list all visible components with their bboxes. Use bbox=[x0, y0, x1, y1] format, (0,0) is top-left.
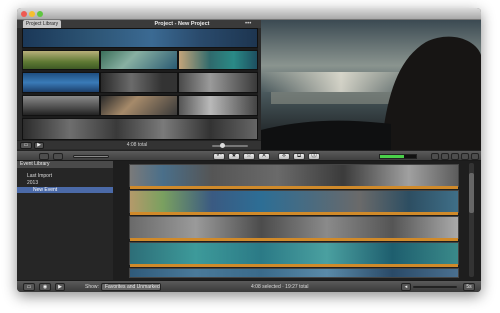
unmark-button[interactable]: ☆ bbox=[243, 153, 255, 160]
crop-button[interactable]: ⧉ bbox=[293, 153, 305, 160]
project-title: Project - New Project bbox=[154, 21, 210, 27]
bottom-bar: ▭ ◉ ▶ Show: Favorites and Unmarked 4:08 … bbox=[17, 280, 481, 292]
zoom-slider[interactable] bbox=[413, 286, 457, 288]
keyword-button[interactable]: ⟡ bbox=[278, 153, 290, 160]
main-toolbar: ↶ ★ ☆ ✕ ⟡ ⧉ ⓵ bbox=[17, 150, 481, 161]
clip-thumbnail[interactable] bbox=[22, 72, 100, 93]
swap-events-projects-button[interactable] bbox=[53, 153, 63, 160]
clip-thumbnail[interactable] bbox=[100, 95, 178, 116]
event-library-list: Last Import 2013 New Event bbox=[17, 168, 113, 280]
clip-thumbnail[interactable] bbox=[22, 28, 258, 48]
project-clip-grid bbox=[22, 28, 258, 140]
clip-thumbnail[interactable] bbox=[178, 72, 258, 93]
favorite-mark bbox=[130, 238, 458, 241]
favorite-mark bbox=[130, 264, 458, 267]
music-browser-button[interactable] bbox=[431, 153, 439, 160]
reject-button[interactable]: ✕ bbox=[258, 153, 270, 160]
clip-thumbnail[interactable] bbox=[22, 50, 100, 70]
event-item-last-import[interactable]: Last Import bbox=[17, 173, 113, 179]
map-browser-button[interactable] bbox=[471, 153, 479, 160]
clip-thumbnail[interactable] bbox=[22, 118, 258, 140]
selection-status: 4:08 selected · 19:27 total bbox=[251, 284, 309, 290]
event-view-button[interactable]: ▭ bbox=[23, 283, 35, 291]
event-item-2013[interactable]: 2013 bbox=[17, 180, 113, 186]
event-item-new-event[interactable]: New Event bbox=[17, 187, 113, 193]
play-project-button[interactable]: ▶ bbox=[34, 142, 44, 149]
video-viewer[interactable] bbox=[261, 20, 481, 150]
timeline-slider[interactable] bbox=[73, 155, 109, 158]
transition-browser-button[interactable] bbox=[461, 153, 469, 160]
zoom-out-button[interactable]: ◂ bbox=[401, 283, 411, 291]
event-item-label: New Event bbox=[33, 187, 58, 193]
zoom-scale-label: 5s bbox=[463, 283, 475, 291]
project-view-button[interactable]: ▭ bbox=[20, 142, 32, 149]
clip-thumbnail[interactable] bbox=[178, 50, 258, 70]
show-filter-select[interactable]: Favorites and Unmarked bbox=[101, 283, 161, 291]
project-footer: ▭ ▶ 4:08 total bbox=[17, 140, 261, 149]
event-library-header: Event Library bbox=[17, 161, 113, 168]
project-library-tab[interactable]: Project Library bbox=[23, 20, 61, 28]
project-zoom-slider[interactable] bbox=[212, 143, 248, 148]
minimize-window-button[interactable] bbox=[29, 11, 35, 17]
photo-browser-button[interactable] bbox=[441, 153, 449, 160]
imovie-window: Project Library Project - New Project ••… bbox=[17, 8, 481, 292]
audio-level-meter bbox=[379, 154, 417, 159]
favorite-mark bbox=[130, 212, 458, 215]
project-total-duration: 4:08 total bbox=[126, 142, 148, 148]
filmstrip[interactable] bbox=[129, 216, 459, 241]
filmstrip[interactable] bbox=[129, 164, 459, 189]
browser-scrollbar[interactable] bbox=[469, 163, 474, 277]
clip-thumbnail[interactable] bbox=[100, 72, 178, 93]
event-browser bbox=[113, 161, 481, 280]
show-label: Show: bbox=[85, 284, 99, 290]
inspector-button[interactable]: ⓵ bbox=[308, 153, 320, 160]
mark-favorite-button[interactable]: ★ bbox=[228, 153, 240, 160]
clip-thumbnail[interactable] bbox=[178, 95, 258, 116]
zoom-slider-knob[interactable] bbox=[220, 143, 225, 148]
audio-level-fill bbox=[380, 155, 404, 158]
viewer-frame-image bbox=[261, 20, 481, 150]
title-bar bbox=[17, 8, 481, 20]
event-item-label: 2013 bbox=[27, 180, 39, 186]
title-browser-button[interactable] bbox=[451, 153, 459, 160]
favorite-mark bbox=[130, 186, 458, 189]
zoom-window-button[interactable] bbox=[37, 11, 43, 17]
close-window-button[interactable] bbox=[21, 11, 27, 17]
tool-undo-button[interactable]: ↶ bbox=[213, 153, 225, 160]
camera-import-button[interactable] bbox=[39, 153, 49, 160]
filmstrip[interactable] bbox=[129, 190, 459, 215]
filmstrip[interactable] bbox=[129, 242, 459, 267]
more-options-icon[interactable]: ••• bbox=[245, 20, 251, 28]
clip-thumbnail[interactable] bbox=[100, 50, 178, 70]
event-item-label: Last Import bbox=[27, 173, 53, 179]
clip-thumbnail[interactable] bbox=[22, 95, 100, 116]
camera-button[interactable]: ◉ bbox=[39, 283, 51, 291]
filmstrip[interactable] bbox=[129, 268, 459, 278]
play-event-button[interactable]: ▶ bbox=[55, 283, 65, 291]
scrollbar-thumb[interactable] bbox=[469, 173, 474, 213]
